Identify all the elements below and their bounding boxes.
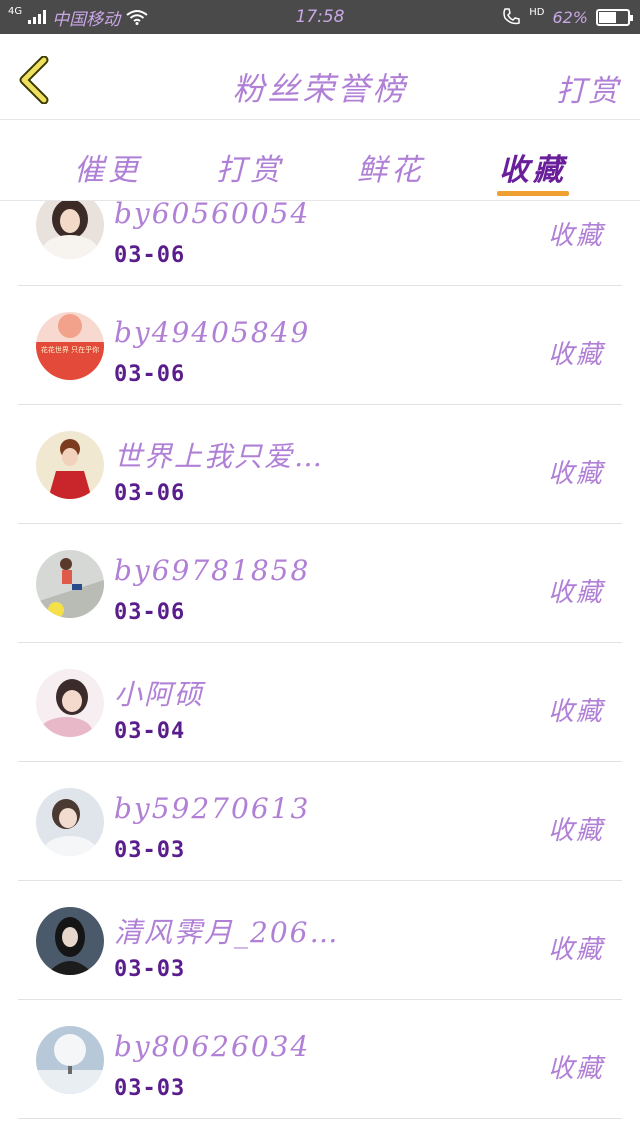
item-date: 03-04: [114, 719, 186, 744]
favorite-label: 收藏: [547, 1054, 604, 1084]
battery-icon: [596, 8, 633, 26]
hd-indicator: HD: [529, 6, 545, 18]
user-name: 世界上我只爱…: [114, 440, 325, 473]
user-name: by60560054: [114, 201, 311, 230]
avatar: [36, 907, 104, 975]
avatar: [36, 788, 104, 856]
tab-urge-update[interactable]: 催更: [53, 145, 163, 189]
header: 粉丝荣誉榜 打赏: [0, 34, 640, 120]
avatar-caption: 花花世界 只在乎你: [41, 345, 99, 354]
list-item[interactable]: by60560054 03-06 收藏: [18, 201, 622, 286]
favorite-label: 收藏: [547, 221, 604, 251]
tab-reward[interactable]: 打赏: [195, 145, 305, 189]
page-title: 粉丝荣誉榜: [232, 70, 408, 108]
tab-bar: 催更 打赏 鲜花 收藏: [0, 121, 640, 201]
avatar: [36, 431, 104, 499]
reward-button[interactable]: 打赏: [556, 66, 620, 110]
avatar: [36, 550, 104, 618]
user-name: 清风霁月_206…: [114, 916, 340, 949]
favorite-label: 收藏: [547, 459, 604, 489]
user-name: by80626034: [114, 1030, 311, 1063]
item-date: 03-06: [114, 481, 186, 506]
list-item[interactable]: 世界上我只爱… 03-06 收藏: [18, 405, 622, 524]
avatar: [36, 1026, 104, 1094]
avatar: 花花世界 只在乎你: [36, 312, 104, 380]
status-right: HD 62%: [501, 6, 633, 28]
list-item[interactable]: 小阿硕 03-04 收藏: [18, 643, 622, 762]
list-item[interactable]: by59270613 03-03 收藏: [18, 762, 622, 881]
avatar: [36, 669, 104, 737]
item-date: 03-06: [114, 243, 186, 268]
call-icon: [503, 8, 520, 25]
user-name: by69781858: [114, 554, 311, 587]
favorite-label: 收藏: [547, 816, 604, 846]
favorite-label: 收藏: [547, 340, 604, 370]
item-date: 03-06: [114, 362, 186, 387]
list-item[interactable]: 花花世界 只在乎你 by49405849 03-06 收藏: [18, 286, 622, 405]
avatar: [36, 201, 104, 259]
tab-favorites[interactable]: 收藏: [478, 145, 588, 189]
list-item[interactable]: by69781858 03-06 收藏: [18, 524, 622, 643]
active-tab-indicator: [497, 191, 569, 196]
user-name: 小阿硕: [114, 678, 205, 711]
item-date: 03-03: [114, 838, 186, 863]
tab-flowers[interactable]: 鲜花: [336, 145, 446, 189]
status-bar: 4G 中国移动 17:58 HD 62%: [0, 0, 640, 34]
favorite-label: 收藏: [547, 935, 604, 965]
battery-percent: 62%: [552, 7, 588, 27]
favorite-label: 收藏: [547, 697, 604, 727]
battery-fill: [599, 11, 616, 23]
list-item[interactable]: by80626034 03-03 收藏: [18, 1000, 622, 1119]
item-date: 03-06: [114, 600, 186, 625]
fan-list: by60560054 03-06 收藏 花花世界 只在乎你 by49405849…: [0, 201, 640, 1138]
user-name: by49405849: [114, 316, 311, 349]
favorite-label: 收藏: [547, 578, 604, 608]
user-name: by59270613: [114, 792, 311, 825]
list-item[interactable]: 清风霁月_206… 03-03 收藏: [18, 881, 622, 1000]
item-date: 03-03: [114, 1076, 186, 1101]
item-date: 03-03: [114, 957, 186, 982]
